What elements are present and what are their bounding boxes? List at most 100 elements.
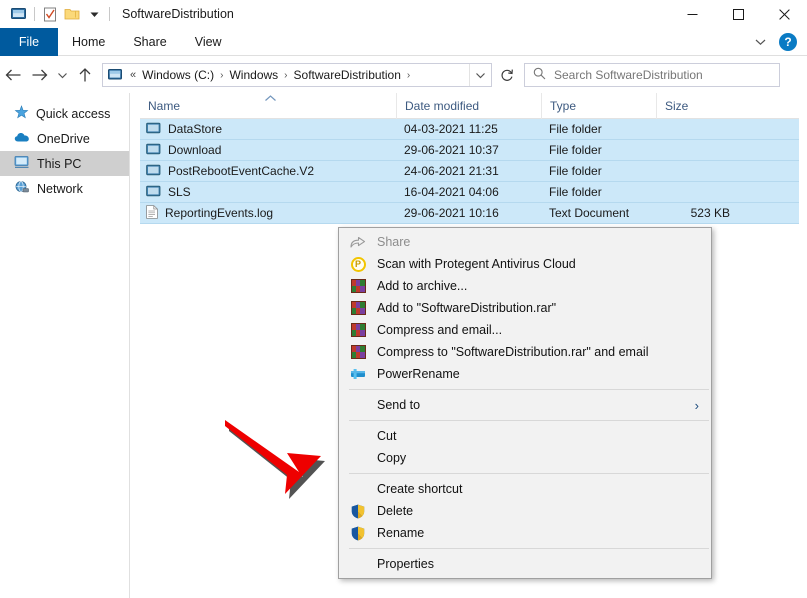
sidebar-item-label: This PC: [37, 157, 81, 171]
file-rows: DataStore 04-03-2021 11:25 File folder: [140, 119, 799, 224]
minimize-button[interactable]: [669, 0, 715, 28]
protegent-icon: P: [349, 255, 367, 273]
up-button[interactable]: [72, 62, 98, 88]
breadcrumb-item-2[interactable]: SoftwareDistribution: [291, 68, 404, 82]
create-shortcut-spacer: [349, 480, 367, 498]
forward-button[interactable]: [26, 62, 52, 88]
context-menu-item-create-shortcut[interactable]: Create shortcut: [339, 478, 711, 500]
sidebar-item-label: Network: [37, 182, 83, 196]
address-breadcrumb-field[interactable]: « Windows (C:) › Windows › SoftwareDistr…: [102, 63, 492, 87]
properties-spacer: [349, 555, 367, 573]
context-menu-label: Compress to "SoftwareDistribution.rar" a…: [377, 345, 648, 359]
table-row[interactable]: SLS 16-04-2021 04:06 File folder: [140, 182, 799, 203]
powerrename-icon: [349, 365, 367, 383]
context-menu-label: Send to: [377, 398, 420, 412]
file-size: [656, 119, 736, 140]
close-button[interactable]: [761, 0, 807, 28]
context-menu-label: Add to "SoftwareDistribution.rar": [377, 301, 556, 315]
folder-icon: [146, 163, 161, 179]
breadcrumb-item-0[interactable]: Windows (C:): [139, 68, 217, 82]
window-controls: [669, 0, 807, 28]
sidebar-item-quick-access[interactable]: Quick access: [0, 101, 129, 126]
ribbon-right-controls: ?: [747, 28, 803, 56]
column-header-type[interactable]: Type: [541, 93, 656, 119]
column-header-size[interactable]: Size: [656, 93, 736, 119]
window-title: SoftwareDistribution: [122, 7, 234, 21]
back-button[interactable]: [0, 62, 26, 88]
breadcrumb-overflow[interactable]: «: [127, 69, 139, 81]
file-date: 29-06-2021 10:16: [396, 203, 541, 224]
context-menu-item-powerrename[interactable]: PowerRename: [339, 363, 711, 385]
qat-dropdown-icon[interactable]: [83, 3, 105, 25]
sidebar-item-onedrive[interactable]: OneDrive: [0, 126, 129, 151]
tab-share[interactable]: Share: [119, 28, 180, 56]
context-menu-item-send-to[interactable]: Send to ›: [339, 394, 711, 416]
sidebar-item-this-pc[interactable]: This PC: [0, 151, 129, 176]
text-file-icon: [146, 205, 158, 222]
table-row[interactable]: PostRebootEventCache.V2 24-06-2021 21:31…: [140, 161, 799, 182]
share-icon: [349, 233, 367, 251]
context-menu-item-add-to-rar[interactable]: Add to "SoftwareDistribution.rar": [339, 297, 711, 319]
tab-home[interactable]: Home: [58, 28, 119, 56]
table-row[interactable]: Download 29-06-2021 10:37 File folder: [140, 140, 799, 161]
explorer-icon[interactable]: [8, 3, 30, 25]
search-placeholder: Search SoftwareDistribution: [554, 68, 703, 82]
address-dropdown-icon[interactable]: [469, 64, 491, 86]
column-header-date-modified[interactable]: Date modified: [396, 93, 541, 119]
column-header-name[interactable]: Name: [140, 93, 396, 119]
qat-divider-2: [109, 7, 110, 21]
winrar-icon: [349, 321, 367, 339]
table-row[interactable]: ReportingEvents.log 29-06-2021 10:16 Tex…: [140, 203, 799, 224]
context-menu: Share P Scan with Protegent Antivirus Cl…: [338, 227, 712, 579]
context-menu-item-scan-protegent[interactable]: P Scan with Protegent Antivirus Cloud: [339, 253, 711, 275]
file-type: Text Document: [541, 203, 656, 224]
recent-locations-icon[interactable]: [52, 62, 72, 88]
file-size: 523 KB: [656, 203, 736, 224]
tab-view[interactable]: View: [181, 28, 236, 56]
context-menu-item-delete[interactable]: Delete: [339, 500, 711, 522]
context-menu-item-properties[interactable]: Properties: [339, 553, 711, 575]
new-folder-icon[interactable]: [61, 3, 83, 25]
winrar-icon: [349, 299, 367, 317]
tab-file[interactable]: File: [0, 28, 58, 56]
file-name-cell: DataStore: [140, 119, 396, 140]
context-menu-label: Scan with Protegent Antivirus Cloud: [377, 257, 576, 271]
context-menu-item-compress-and-email[interactable]: Compress and email...: [339, 319, 711, 341]
table-row[interactable]: DataStore 04-03-2021 11:25 File folder: [140, 119, 799, 140]
file-name-cell: ReportingEvents.log: [140, 203, 396, 224]
context-menu-item-copy[interactable]: Copy: [339, 447, 711, 469]
quick-access-toolbar: [0, 3, 114, 25]
star-pin-icon: [14, 105, 29, 123]
breadcrumb-item-1[interactable]: Windows: [226, 68, 281, 82]
context-menu-item-add-to-archive[interactable]: Add to archive...: [339, 275, 711, 297]
address-bar: « Windows (C:) › Windows › SoftwareDistr…: [0, 57, 807, 93]
properties-icon[interactable]: [39, 3, 61, 25]
winrar-icon: [349, 277, 367, 295]
chevron-down-icon[interactable]: [747, 29, 773, 55]
maximize-button[interactable]: [715, 0, 761, 28]
navigation-pane: Quick access OneDrive Th: [0, 93, 130, 598]
winrar-icon: [349, 343, 367, 361]
qat-divider: [34, 7, 35, 21]
breadcrumb-sep-2[interactable]: ›: [404, 70, 413, 81]
context-menu-label: Rename: [377, 526, 424, 540]
context-menu-item-cut[interactable]: Cut: [339, 425, 711, 447]
copy-spacer: [349, 449, 367, 467]
context-menu-item-compress-to-rar-and-email[interactable]: Compress to "SoftwareDistribution.rar" a…: [339, 341, 711, 363]
refresh-button[interactable]: [494, 63, 520, 87]
file-type: File folder: [541, 182, 656, 203]
sidebar-item-network[interactable]: Network: [0, 176, 129, 201]
context-menu-item-rename[interactable]: Rename: [339, 522, 711, 544]
file-name-cell: PostRebootEventCache.V2: [140, 161, 396, 182]
send-to-spacer: [349, 396, 367, 414]
context-menu-separator: [349, 548, 709, 549]
search-input[interactable]: Search SoftwareDistribution: [524, 63, 780, 87]
folder-icon: [146, 184, 161, 200]
context-menu-label: Compress and email...: [377, 323, 502, 337]
breadcrumb-sep-1[interactable]: ›: [281, 70, 290, 81]
breadcrumb-sep-0[interactable]: ›: [217, 70, 226, 81]
context-menu-separator: [349, 420, 709, 421]
chevron-right-icon: ›: [695, 398, 699, 413]
help-button[interactable]: ?: [779, 33, 797, 51]
file-size: [656, 161, 736, 182]
